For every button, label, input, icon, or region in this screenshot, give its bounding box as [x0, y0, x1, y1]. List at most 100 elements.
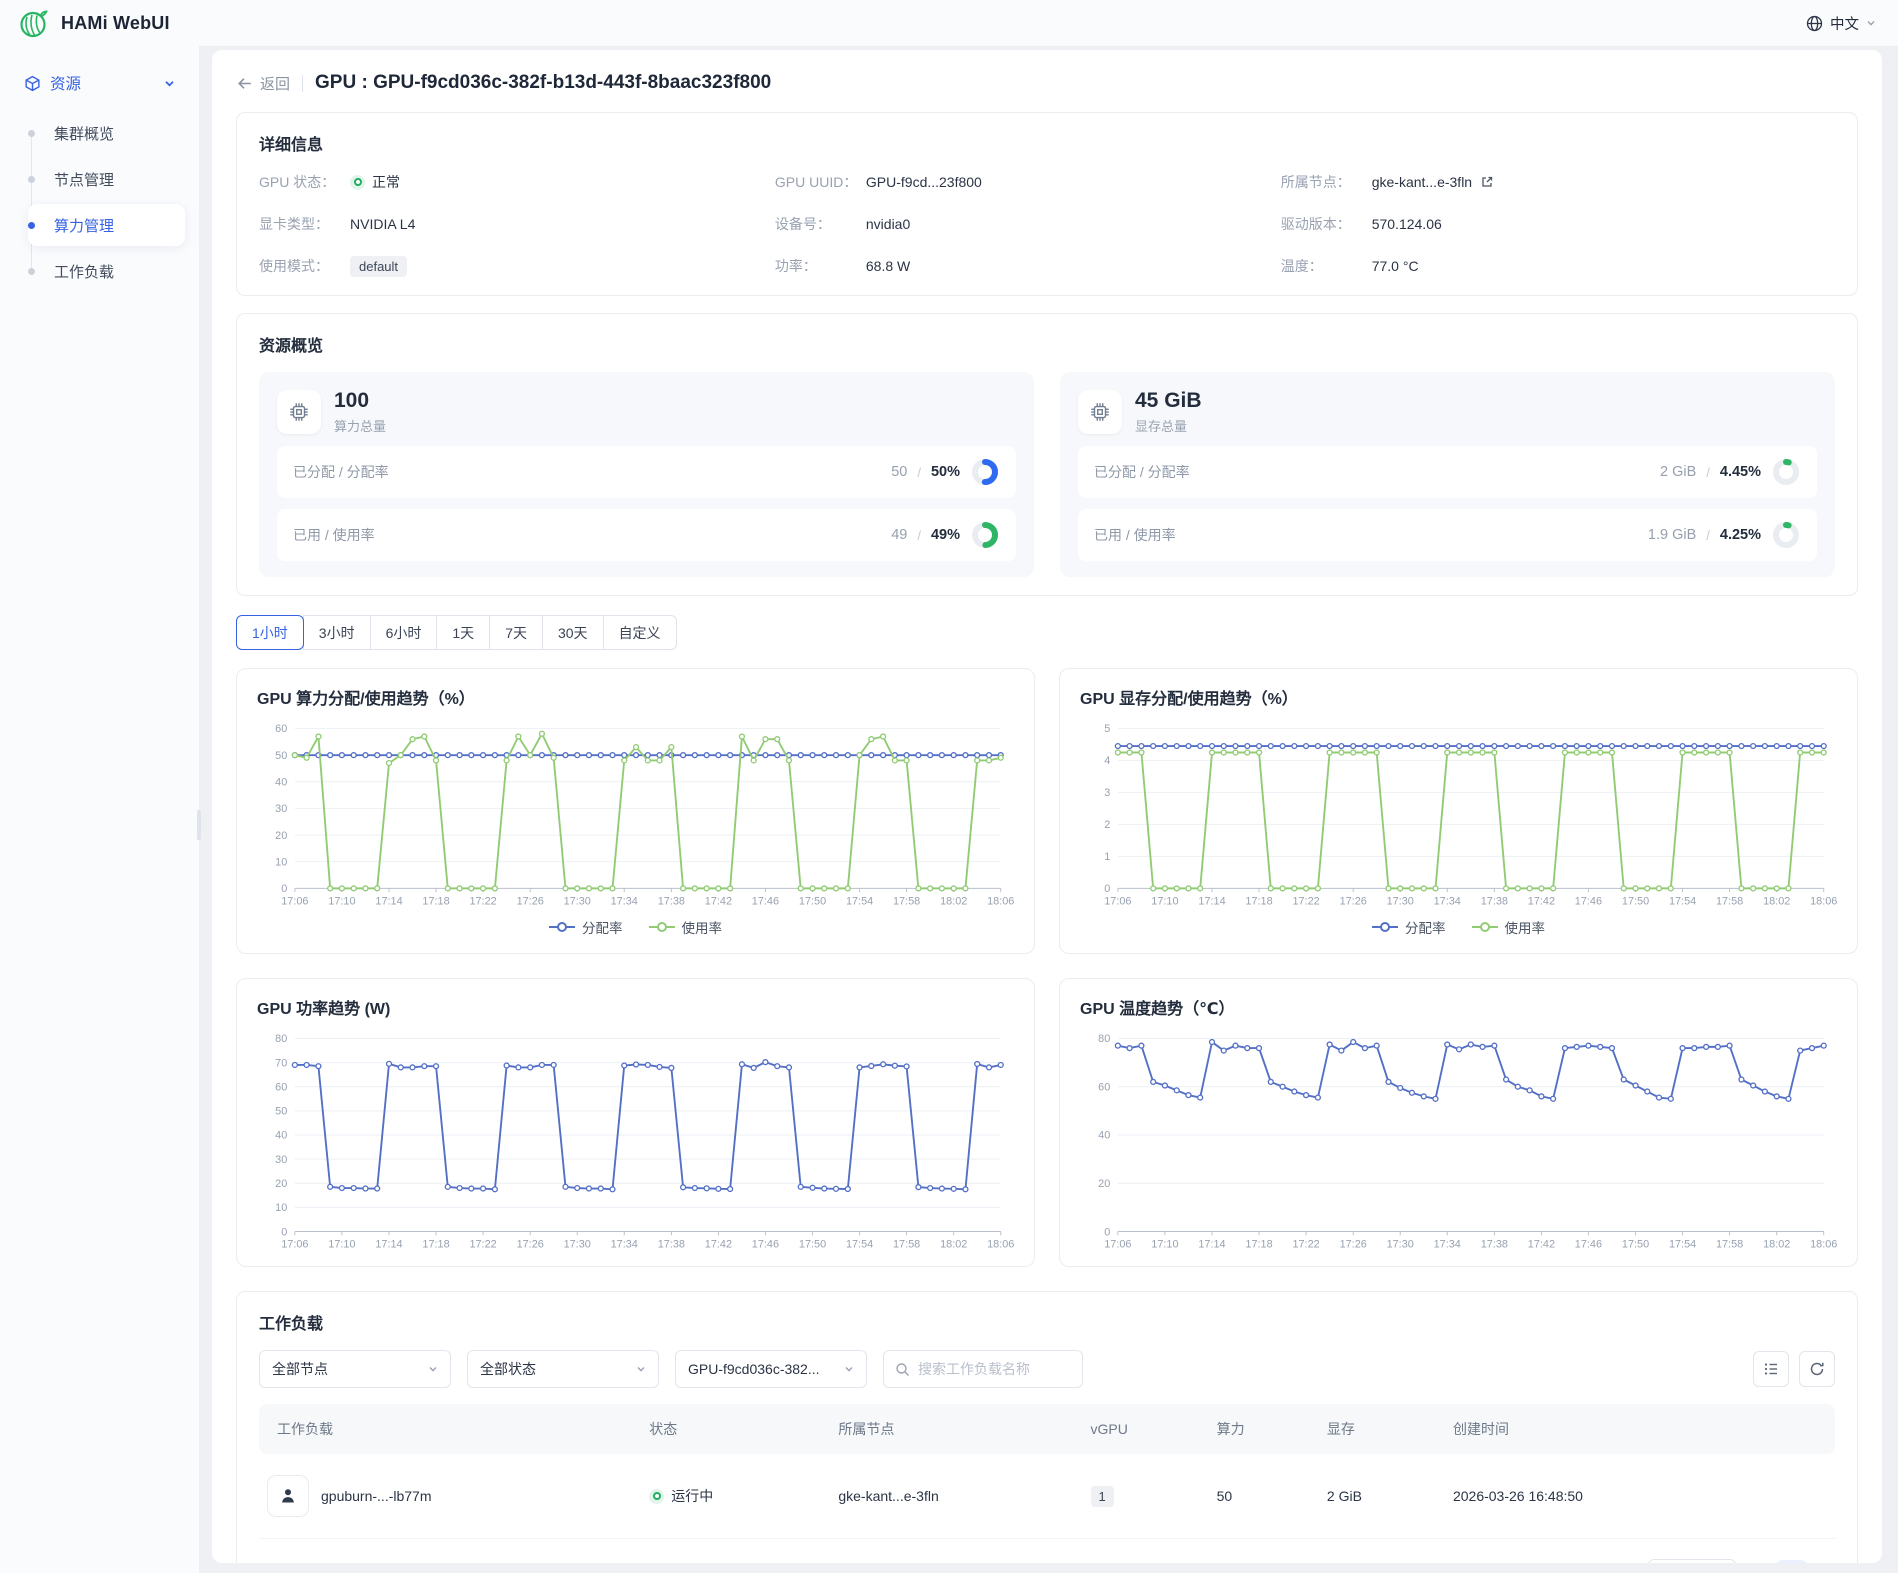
- legend-item[interactable]: 分配率: [549, 917, 623, 937]
- page-title: GPU : GPU-f9cd036c-382f-b13d-443f-8baac3…: [315, 72, 771, 94]
- back-button[interactable]: 返回: [236, 73, 290, 94]
- svg-text:50: 50: [275, 750, 287, 762]
- memory-trend-line-chart: 01234517:0617:1017:1417:1817:2217:2617:3…: [1080, 719, 1837, 943]
- svg-text:40: 40: [275, 1130, 287, 1142]
- memory-allocated-row: 已分配 / 分配率 2 GiB / 4.45%: [1078, 446, 1817, 498]
- sidebar-item-label: 节点管理: [54, 169, 114, 190]
- overview-card: 资源概览 100 算力总量: [236, 313, 1858, 596]
- svg-text:17:10: 17:10: [328, 896, 355, 908]
- field-value: nvidia0: [866, 216, 910, 232]
- svg-text:17:14: 17:14: [1198, 896, 1225, 908]
- svg-text:17:30: 17:30: [1387, 896, 1414, 908]
- svg-text:17:18: 17:18: [1245, 896, 1272, 908]
- chart-legend: 分配率 使用率: [257, 913, 1014, 943]
- svg-text:3: 3: [1104, 787, 1110, 799]
- workloads-footer: 共 1 条数据 10 条/页 ‹ 1 ›: [259, 1559, 1835, 1563]
- memory-overview-card: 45 GiB 显存总量 已分配 / 分配率 2 GiB / 4.45%: [1060, 372, 1835, 577]
- svg-text:17:34: 17:34: [1434, 896, 1461, 908]
- row-label: 已用 / 使用率: [293, 525, 375, 545]
- field-label: 温度：: [1281, 256, 1365, 276]
- workload-node: gke-kant...e-3fln: [838, 1488, 938, 1504]
- workload-status: 运行中: [671, 1486, 713, 1506]
- memory-trend-chart-card: GPU 显存分配/使用趋势（%） 01234517:0617:1017:1417…: [1059, 668, 1858, 954]
- row-value: 49: [891, 527, 907, 543]
- refresh-button[interactable]: [1799, 1351, 1835, 1387]
- status-running-icon: [649, 1489, 664, 1504]
- row-percent: 50%: [931, 464, 960, 480]
- field-label: 设备号：: [775, 214, 859, 234]
- svg-text:20: 20: [275, 830, 287, 842]
- person-icon: [278, 1486, 298, 1506]
- gpu-filter-select[interactable]: GPU-f9cd036c-382...: [675, 1350, 867, 1388]
- row-separator: /: [917, 528, 921, 543]
- sidebar-collapse-handle[interactable]: [197, 810, 201, 840]
- details-grid: GPU 状态： 正常 GPU UUID： GPU-f9cd...23f800 所…: [259, 171, 1835, 277]
- field-value: gke-kant...e-3fln: [1372, 174, 1472, 190]
- tab-7d[interactable]: 7天: [489, 615, 543, 650]
- svg-text:17:54: 17:54: [1669, 1239, 1696, 1251]
- compute-overview-card: 100 算力总量 已分配 / 分配率 50 / 50%: [259, 372, 1034, 577]
- svg-text:17:30: 17:30: [564, 1239, 591, 1251]
- legend-item[interactable]: 使用率: [1472, 917, 1546, 937]
- chevron-down-icon: [1866, 18, 1876, 28]
- svg-text:20: 20: [275, 1178, 287, 1190]
- svg-text:17:54: 17:54: [846, 1239, 873, 1251]
- chevron-down-icon: [428, 1364, 438, 1374]
- page-1-button[interactable]: 1: [1776, 1560, 1807, 1563]
- sidebar: 资源 集群概览 节点管理 算力管理 工作负载: [0, 46, 200, 1573]
- node-filter-select[interactable]: 全部节点: [259, 1350, 451, 1388]
- legend-item[interactable]: 分配率: [1372, 917, 1446, 937]
- legend-marker-icon: [649, 921, 675, 933]
- svg-text:17:38: 17:38: [1481, 896, 1508, 908]
- svg-text:17:26: 17:26: [517, 1239, 544, 1251]
- node-link[interactable]: gke-kant...e-3fln: [1372, 174, 1494, 190]
- svg-text:17:34: 17:34: [611, 1239, 638, 1251]
- chart-canvas: 01234517:0617:1017:1417:1817:2217:2617:3…: [1080, 719, 1837, 913]
- tab-3h[interactable]: 3小时: [303, 615, 371, 650]
- svg-text:17:42: 17:42: [705, 896, 732, 908]
- page-size-select[interactable]: 10 条/页: [1648, 1559, 1736, 1563]
- compute-allocated-row: 已分配 / 分配率 50 / 50%: [277, 446, 1016, 498]
- chart-canvas: 02040608017:0617:1017:1417:1817:2217:261…: [1080, 1029, 1837, 1256]
- brand: HAMi WebUI: [18, 7, 170, 39]
- sidebar-item-compute-management[interactable]: 算力管理: [28, 204, 185, 246]
- row-label: 已用 / 使用率: [1094, 525, 1176, 545]
- svg-text:17:06: 17:06: [1104, 896, 1131, 908]
- status-filter-select[interactable]: 全部状态: [467, 1350, 659, 1388]
- legend-item[interactable]: 使用率: [649, 917, 723, 937]
- select-value: 全部节点: [272, 1359, 328, 1379]
- tab-30d[interactable]: 30天: [542, 615, 604, 650]
- sidebar-item-cluster-overview[interactable]: 集群概览: [28, 112, 185, 154]
- language-selector[interactable]: 中文: [1806, 13, 1876, 34]
- compute-trend-chart-card: GPU 算力分配/使用趋势（%） 010203040506017:0617:10…: [236, 668, 1035, 954]
- progress-ring: [970, 520, 1000, 550]
- tab-1d[interactable]: 1天: [436, 615, 490, 650]
- vgpu-badge: 1: [1091, 1486, 1114, 1507]
- legend-marker-icon: [1372, 921, 1398, 933]
- field-value: 77.0 °C: [1372, 258, 1419, 274]
- workload-search-input[interactable]: [918, 1361, 1071, 1377]
- chart-title: GPU 显存分配/使用趋势（%）: [1080, 685, 1837, 709]
- tab-6h[interactable]: 6小时: [370, 615, 438, 650]
- overview-title: 资源概览: [259, 332, 1835, 356]
- tab-custom[interactable]: 自定义: [603, 615, 677, 650]
- svg-text:17:26: 17:26: [1340, 1239, 1367, 1251]
- row-label: 已分配 / 分配率: [1094, 462, 1190, 482]
- svg-text:17:18: 17:18: [422, 1239, 449, 1251]
- col-compute: 算力: [1205, 1404, 1315, 1454]
- svg-text:17:38: 17:38: [658, 1239, 685, 1251]
- table-row[interactable]: gpuburn-...-lb77m 运行中 gke-kant...e-3fln: [259, 1454, 1835, 1539]
- sidebar-item-workloads[interactable]: 工作负载: [28, 250, 185, 292]
- sidebar-item-label: 集群概览: [54, 123, 114, 144]
- sidebar-item-node-management[interactable]: 节点管理: [28, 158, 185, 200]
- svg-text:17:10: 17:10: [1151, 1239, 1178, 1251]
- tab-1h[interactable]: 1小时: [236, 615, 304, 650]
- row-value: 1.9 GiB: [1648, 527, 1696, 543]
- svg-text:70: 70: [275, 1058, 287, 1070]
- sidebar-section-resources[interactable]: 资源: [14, 66, 185, 108]
- workload-name[interactable]: gpuburn-...-lb77m: [321, 1488, 432, 1504]
- column-settings-button[interactable]: [1753, 1351, 1789, 1387]
- svg-text:17:42: 17:42: [1528, 896, 1555, 908]
- chevron-down-icon: [164, 78, 175, 89]
- field-gpu-uuid: GPU UUID： GPU-f9cd...23f800: [775, 171, 1269, 193]
